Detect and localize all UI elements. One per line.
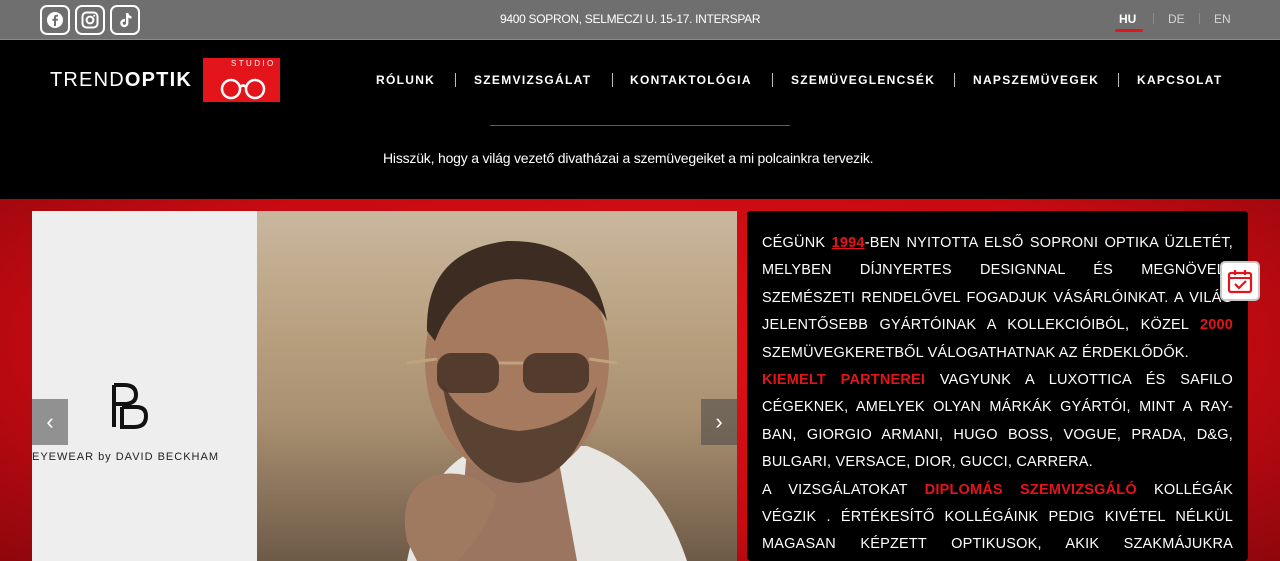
- brand-panel: EYEWEAR by DAVID BECKHAM: [32, 211, 257, 561]
- text-span: A vizsgálatokat: [762, 481, 925, 498]
- frame-count: 2000: [1199, 317, 1233, 334]
- model-illustration: [404, 240, 687, 561]
- partners-highlight: Kiemelt partnerei: [762, 372, 926, 389]
- text-span: Cégünk: [762, 235, 832, 251]
- nav-divider: [455, 73, 456, 87]
- active-lang-indicator: [1115, 29, 1143, 32]
- nav-napszemuvegek[interactable]: NAPSZEMÜVEGEK: [973, 73, 1099, 87]
- slider-prev-button[interactable]: ‹: [32, 399, 68, 445]
- calendar-check-icon: [1227, 270, 1253, 294]
- nav-divider: [954, 73, 955, 87]
- top-bar: 9400 SOPRON, SELMECZI U. 15-17. INTERSPA…: [0, 0, 1280, 40]
- about-paragraph: Cégünk 1994-ben nyitotta első soproni op…: [762, 230, 1233, 367]
- about-panel: Cégünk 1994-ben nyitotta első soproni op…: [747, 211, 1248, 561]
- nav-kontaktologia[interactable]: KONTAKTOLÓGIA: [630, 73, 752, 87]
- lang-divider: [1199, 13, 1200, 24]
- booking-calendar-button[interactable]: [1220, 261, 1260, 301]
- nav-szemuveglencsek[interactable]: SZEMÜVEGLENCSÉK: [791, 73, 935, 87]
- facebook-icon[interactable]: [40, 5, 70, 35]
- instagram-icon[interactable]: [75, 5, 105, 35]
- logo-studio-badge[interactable]: STUDIO: [203, 58, 280, 102]
- brand-caption: EYEWEAR by DAVID BECKHAM: [32, 451, 219, 463]
- social-links: [40, 5, 140, 35]
- partners-paragraph: Kiemelt partnerei vagyunk a Luxottica és…: [762, 367, 1233, 477]
- store-address: 9400 SOPRON, SELMECZI U. 15-17. INTERSPA…: [500, 12, 761, 26]
- optometrist-highlight: diplomás szemvizsgáló: [924, 481, 1137, 498]
- nav-szemvizsgalat[interactable]: SZEMVIZSGÁLAT: [474, 73, 591, 87]
- tagline-band: Hisszük, hogy a világ vezető divatházai …: [0, 120, 1280, 199]
- exams-paragraph: A vizsgálatokat diplomás szemvizsgáló ko…: [762, 477, 1233, 561]
- db-monogram-logo: [112, 383, 149, 429]
- nav-kapcsolat[interactable]: KAPCSOLAT: [1137, 73, 1222, 87]
- lang-divider: [1153, 13, 1154, 24]
- divider: [490, 125, 790, 126]
- logo-bold: OPTIK: [124, 69, 193, 91]
- model-photo: [257, 211, 737, 561]
- slider-next-button[interactable]: ›: [701, 399, 737, 445]
- tiktok-icon[interactable]: [110, 5, 140, 35]
- main-header: TRENDOPTIK STUDIO RÓLUNK SZEMVIZSGÁLAT K…: [0, 40, 1280, 120]
- lang-de[interactable]: DE: [1168, 12, 1185, 26]
- lang-hu[interactable]: HU: [1119, 12, 1136, 26]
- nav-divider: [1118, 73, 1119, 87]
- logo-prefix: TREND: [50, 69, 125, 91]
- nav-rolunk[interactable]: RÓLUNK: [376, 73, 435, 87]
- glasses-icon: [220, 78, 266, 100]
- founding-year: 1994: [831, 235, 865, 251]
- tagline: Hisszük, hogy a világ vezető divatházai …: [383, 150, 874, 166]
- brand-slider[interactable]: EYEWEAR by DAVID BECKHAM ‹ ›: [32, 211, 737, 561]
- nav-divider: [772, 73, 773, 87]
- logo-studio-label: STUDIO: [231, 59, 276, 68]
- text-span: szemüvegkeretből válogathatnak az érdekl…: [762, 344, 1189, 361]
- nav-divider: [612, 73, 613, 87]
- logo-wordmark[interactable]: TRENDOPTIK: [50, 69, 192, 92]
- lang-en[interactable]: EN: [1214, 12, 1231, 26]
